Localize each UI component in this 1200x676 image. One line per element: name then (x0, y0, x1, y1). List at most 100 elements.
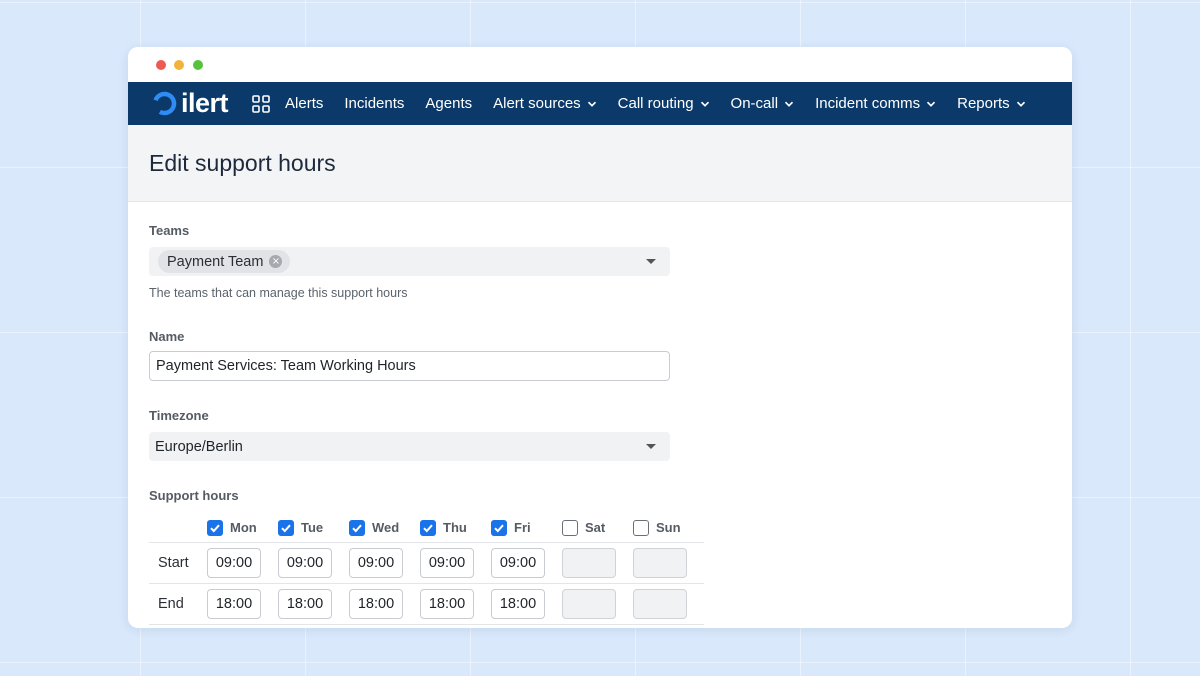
end-time-input-sun[interactable] (633, 588, 687, 619)
minimize-window-dot[interactable] (174, 60, 184, 70)
checkmark-icon (352, 524, 362, 533)
top-navbar: ilert Alerts Incidents Agents Alert sour… (128, 82, 1072, 125)
table-corner (149, 514, 207, 542)
day-header-mon: Mon (207, 514, 278, 542)
teams-label: Teams (149, 223, 190, 238)
nav-incidents[interactable]: Incidents (344, 95, 404, 112)
day-header-thu: Thu (420, 514, 491, 542)
teams-helper-text: The teams that can manage this support h… (149, 286, 408, 300)
nav-label: Call routing (617, 95, 694, 112)
nav-incident-comms[interactable]: Incident comms (815, 95, 936, 112)
checkmark-icon (281, 524, 291, 533)
day-checkbox-tue[interactable] (278, 519, 294, 536)
day-checkbox-thu[interactable] (420, 519, 436, 536)
chevron-down-icon (927, 101, 936, 107)
start-time-input-fri[interactable] (491, 547, 545, 578)
end-time-input-tue[interactable] (278, 588, 332, 619)
day-label-sat: Sat (585, 520, 606, 536)
day-header-fri: Fri (491, 514, 562, 542)
day-header-tue: Tue (278, 514, 349, 542)
day-toggle-sat[interactable]: Sat (562, 519, 633, 536)
timezone-select[interactable]: Europe/Berlin (149, 432, 670, 461)
end-time-input-wed[interactable] (349, 588, 403, 619)
checkmark-icon (210, 524, 220, 533)
start-time-input-thu[interactable] (420, 547, 474, 578)
apps-grid-icon[interactable] (252, 94, 270, 113)
start-cell-mon (207, 541, 278, 583)
nav-agents[interactable]: Agents (425, 95, 472, 112)
start-cell-thu (420, 541, 491, 583)
nav-label: Reports (957, 95, 1010, 112)
start-time-input-tue[interactable] (278, 547, 332, 578)
page-title: Edit support hours (149, 149, 336, 176)
app-window: ilert Alerts Incidents Agents Alert sour… (128, 47, 1072, 628)
day-label-sun: Sun (656, 520, 681, 536)
nav-on-call[interactable]: On-call (731, 95, 795, 112)
maximize-window-dot[interactable] (193, 60, 203, 70)
day-checkbox-sat[interactable] (562, 519, 578, 536)
end-time-input-sat[interactable] (562, 588, 616, 619)
day-toggle-sun[interactable]: Sun (633, 519, 704, 536)
start-cell-tue (278, 541, 349, 583)
end-time-input-fri[interactable] (491, 588, 545, 619)
end-time-input-thu[interactable] (420, 588, 474, 619)
day-toggle-tue[interactable]: Tue (278, 519, 349, 536)
nav-alert-sources[interactable]: Alert sources (493, 95, 597, 112)
end-cell-fri (491, 582, 562, 625)
end-cell-thu (420, 582, 491, 625)
day-header-sun: Sun (633, 514, 704, 542)
day-label-fri: Fri (514, 520, 531, 536)
start-cell-sun (633, 541, 704, 583)
support-hours-table: Mon Tue Wed Thu Fri Sat Sun Start End (149, 514, 704, 625)
end-cell-wed (349, 582, 420, 625)
nav-label: Alerts (285, 95, 324, 112)
dropdown-caret-icon[interactable] (646, 444, 656, 449)
support-hours-label: Support hours (149, 488, 239, 503)
end-cell-tue (278, 582, 349, 625)
chevron-down-icon (587, 101, 596, 107)
nav-label: Incidents (344, 95, 405, 112)
nav-alerts[interactable]: Alerts (285, 95, 323, 112)
ilert-logo[interactable]: ilert (152, 90, 229, 117)
start-time-input-sun[interactable] (633, 547, 687, 578)
start-time-input-sat[interactable] (562, 547, 616, 578)
day-toggle-wed[interactable]: Wed (349, 519, 420, 536)
day-checkbox-mon[interactable] (207, 519, 223, 536)
start-row-label: Start (149, 541, 207, 583)
start-cell-fri (491, 541, 562, 583)
nav-label: On-call (730, 95, 779, 112)
page-header: Edit support hours (128, 125, 1072, 202)
chevron-down-icon (700, 101, 709, 107)
nav-label: Incident comms (815, 95, 921, 112)
day-label-tue: Tue (301, 520, 324, 536)
end-row-label: End (149, 582, 207, 625)
checkmark-icon (494, 524, 504, 533)
name-label: Name (149, 329, 185, 344)
day-toggle-mon[interactable]: Mon (207, 519, 278, 536)
day-checkbox-fri[interactable] (491, 519, 507, 536)
end-cell-sat (562, 582, 633, 625)
start-time-input-wed[interactable] (349, 547, 403, 578)
day-checkbox-sun[interactable] (633, 519, 649, 536)
nav-label: Agents (425, 95, 473, 112)
day-label-mon: Mon (230, 520, 257, 536)
teams-select[interactable]: Payment Team × (149, 247, 670, 276)
day-checkbox-wed[interactable] (349, 519, 365, 536)
nav-call-routing[interactable]: Call routing (618, 95, 710, 112)
start-cell-wed (349, 541, 420, 583)
name-input[interactable] (149, 351, 670, 381)
end-cell-sun (633, 582, 704, 625)
day-toggle-thu[interactable]: Thu (420, 519, 491, 536)
day-toggle-fri[interactable]: Fri (491, 519, 562, 536)
remove-chip-icon[interactable]: × (269, 255, 283, 268)
end-cell-mon (207, 582, 278, 625)
team-chip: Payment Team × (158, 250, 291, 273)
start-time-input-mon[interactable] (207, 547, 261, 578)
support-hours-form: Teams Payment Team × The teams that can … (128, 202, 1072, 625)
nav-reports[interactable]: Reports (957, 95, 1026, 112)
end-time-input-mon[interactable] (207, 588, 261, 619)
dropdown-caret-icon[interactable] (646, 259, 656, 264)
timezone-label: Timezone (149, 408, 209, 423)
close-window-dot[interactable] (156, 60, 166, 70)
day-label-wed: Wed (372, 520, 400, 536)
